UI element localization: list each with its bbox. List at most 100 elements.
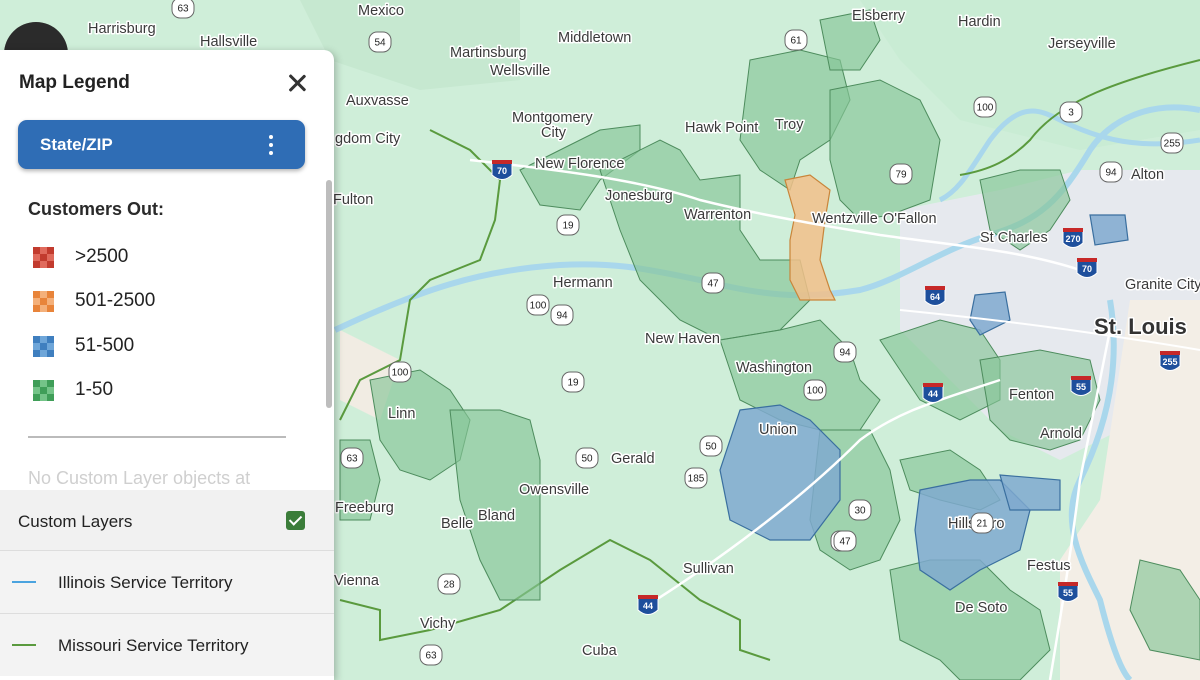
route-number: 100 — [977, 103, 994, 114]
place-label: Fenton — [1009, 387, 1054, 403]
place-label: Cuba — [582, 643, 618, 659]
route-shield-icon: 19 — [556, 214, 580, 236]
route-shield-icon: 79 — [889, 163, 913, 185]
place-label: Alton — [1131, 167, 1164, 183]
route-number: 94 — [556, 311, 568, 322]
place-label: Washington — [736, 360, 812, 376]
route-shield-icon: 19 — [561, 371, 585, 393]
place-label: Warrenton — [684, 207, 751, 223]
place-label: Fulton — [333, 192, 373, 208]
layer-illinois-service-territory[interactable]: Illinois Service Territory — [0, 550, 334, 613]
route-shield-icon: 63 — [340, 447, 364, 469]
route-number: 28 — [443, 580, 455, 591]
interstate-shield-icon: 270 — [1062, 228, 1084, 248]
place-label: Vichy — [420, 616, 456, 632]
place-label: Hallsville — [200, 34, 257, 50]
place-label: Harrisburg — [88, 21, 156, 37]
route-number: 79 — [895, 170, 907, 181]
layer-missouri-service-territory[interactable]: Missouri Service Territory — [0, 613, 334, 676]
route-shield-icon: 61 — [784, 29, 808, 51]
interstate-number: 70 — [1082, 264, 1092, 274]
place-label: Wellsville — [490, 63, 550, 79]
custom-layers-checkbox[interactable] — [286, 511, 305, 530]
more-options-icon[interactable] — [268, 135, 274, 155]
route-number: 63 — [346, 454, 358, 465]
route-number: 50 — [581, 454, 593, 465]
interstate-number: 55 — [1063, 588, 1073, 598]
route-shield-icon: 100 — [388, 361, 412, 383]
place-label: St Charles — [980, 230, 1048, 246]
green-checker-swatch-icon — [33, 380, 54, 401]
route-number: 21 — [976, 519, 988, 530]
missouri-line-icon — [12, 644, 36, 646]
place-label: gdom City — [335, 131, 401, 147]
route-shield-icon: 47 — [701, 272, 725, 294]
place-label: Hawk Point — [685, 120, 758, 136]
route-number: 47 — [707, 279, 719, 290]
route-number: 100 — [392, 368, 409, 379]
interstate-shield-icon: 70 — [491, 160, 513, 180]
route-shield-icon: 30 — [848, 499, 872, 521]
place-label: Wentzville — [812, 211, 878, 227]
route-number: 63 — [425, 651, 437, 662]
place-label: Sullivan — [683, 561, 734, 577]
route-shield-icon: 3 — [1059, 101, 1083, 123]
interstate-shield-icon: 64 — [924, 286, 946, 306]
interstate-shield-icon: 44 — [637, 595, 659, 615]
route-number: 61 — [790, 36, 802, 47]
route-number: 255 — [1164, 139, 1181, 150]
place-label: Middletown — [558, 30, 631, 46]
custom-layers-header: Custom Layers — [0, 490, 334, 550]
interstate-number: 270 — [1065, 234, 1080, 244]
route-shield-icon: 63 — [171, 0, 195, 19]
place-label: St. Louis — [1094, 314, 1187, 339]
route-shield-icon: 100 — [803, 379, 827, 401]
legend-scrollbar[interactable] — [326, 180, 332, 408]
route-shield-icon: 100 — [973, 96, 997, 118]
interstate-number: 44 — [643, 601, 653, 611]
interstate-shield-icon: 70 — [1076, 258, 1098, 278]
interstate-number: 64 — [930, 292, 940, 302]
place-label: Hermann — [553, 275, 613, 291]
place-label: Auxvasse — [346, 93, 409, 109]
legend-item-label: >2500 — [75, 246, 129, 267]
route-number: 94 — [1105, 168, 1117, 179]
place-label: Belle — [441, 516, 473, 532]
state-zip-layer-button[interactable]: State/ZIP — [18, 120, 305, 169]
place-label: City — [541, 125, 567, 141]
place-label: Montgomery — [512, 110, 593, 126]
route-shield-icon: 185 — [684, 467, 708, 489]
state-zip-label: State/ZIP — [40, 135, 113, 154]
route-number: 185 — [688, 474, 705, 485]
legend-item-label: 51-500 — [75, 335, 135, 356]
place-label: Freeburg — [335, 500, 394, 516]
place-label: Hardin — [958, 14, 1001, 30]
illinois-line-icon — [12, 581, 36, 583]
route-number: 63 — [177, 4, 189, 15]
interstate-shield-icon: 255 — [1159, 351, 1181, 371]
route-number: 47 — [839, 537, 851, 548]
route-shield-icon: 54 — [368, 31, 392, 53]
place-label: Union — [759, 422, 797, 438]
red-checker-swatch-icon — [33, 247, 54, 268]
route-shield-icon: 63 — [419, 644, 443, 666]
map-legend-panel: Map Legend State/ZIP Customers Out: >250… — [0, 50, 334, 680]
legend-title: Map Legend — [19, 72, 130, 93]
close-icon[interactable] — [284, 70, 310, 96]
legend-divider — [28, 436, 286, 438]
place-label: Bland — [478, 508, 515, 524]
route-number: 3 — [1068, 108, 1074, 119]
route-shield-icon: 50 — [575, 447, 599, 469]
route-shield-icon: 94 — [550, 304, 574, 326]
layer-label: Illinois Service Territory — [58, 573, 233, 592]
interstate-shield-icon: 55 — [1070, 376, 1092, 396]
place-label: Mexico — [358, 3, 404, 19]
interstate-number: 70 — [497, 166, 507, 176]
place-label: Owensville — [519, 482, 589, 498]
route-number: 30 — [854, 506, 866, 517]
place-label: Gerald — [611, 451, 655, 467]
interstate-number: 44 — [928, 389, 938, 399]
route-number: 100 — [530, 301, 547, 312]
place-label: Arnold — [1040, 426, 1082, 442]
interstate-shield-icon: 55 — [1057, 582, 1079, 602]
